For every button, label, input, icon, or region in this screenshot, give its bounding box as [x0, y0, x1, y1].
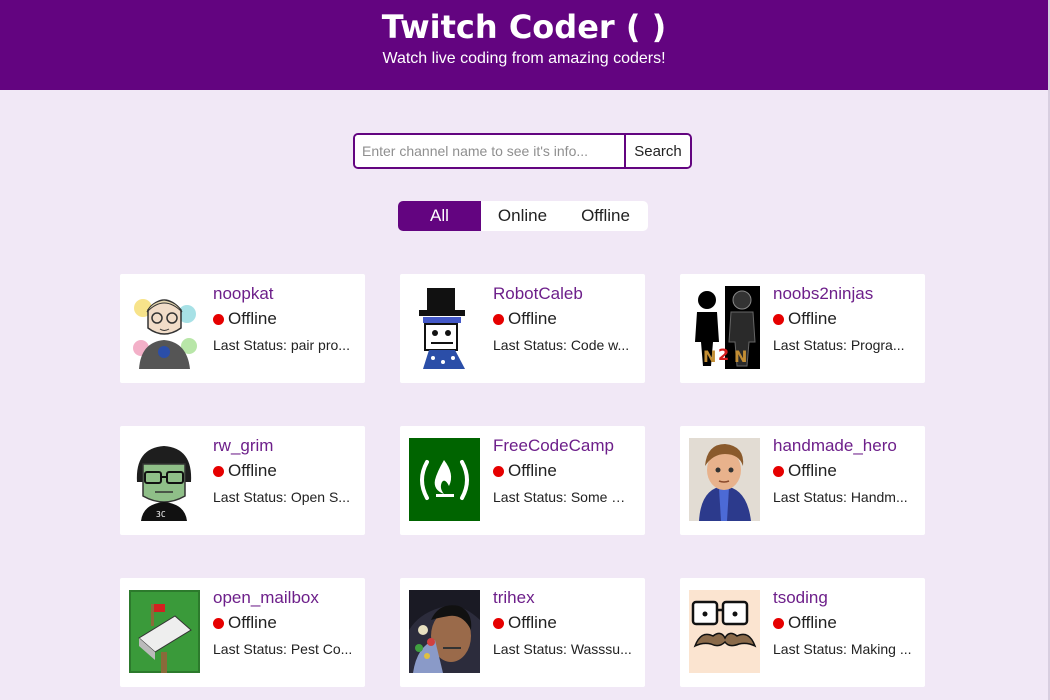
status-filter: All Online Offline	[398, 201, 648, 231]
channel-avatar[interactable]	[409, 590, 480, 673]
filter-offline-tab[interactable]: Offline	[564, 201, 647, 231]
svg-text:2: 2	[718, 345, 729, 364]
channel-card[interactable]: RobotCaleb Offline Last Status: Code w..…	[400, 274, 645, 383]
channel-avatar[interactable]	[689, 438, 760, 521]
offline-dot-icon	[213, 314, 224, 325]
channel-name[interactable]: rw_grim	[213, 436, 273, 456]
channel-avatar[interactable]	[689, 590, 760, 673]
channel-status: Offline	[493, 309, 557, 329]
channel-name[interactable]: FreeCodeCamp	[493, 436, 614, 456]
svg-text:N: N	[703, 347, 716, 366]
channel-status: Offline	[493, 613, 557, 633]
offline-dot-icon	[213, 466, 224, 477]
channel-status: Offline	[493, 461, 557, 481]
channel-last-status: Last Status: Handm...	[773, 489, 908, 505]
channel-avatar[interactable]	[409, 438, 480, 521]
page-subtitle: Watch live coding from amazing coders!	[382, 50, 666, 67]
channel-last-status: Last Status: Some G...	[493, 489, 633, 505]
channel-card[interactable]: trihex Offline Last Status: Wasssu...	[400, 578, 645, 687]
offline-dot-icon	[773, 618, 784, 629]
channel-last-status: Last Status: pair pro...	[213, 337, 350, 353]
offline-dot-icon	[773, 466, 784, 477]
channel-status: Offline	[773, 309, 837, 329]
channel-name[interactable]: handmade_hero	[773, 436, 897, 456]
channel-status: Offline	[213, 461, 277, 481]
channel-name[interactable]: noobs2ninjas	[773, 284, 873, 304]
offline-dot-icon	[493, 618, 504, 629]
channel-card[interactable]: 3C rw_grim Offline Last Status: Open S..…	[120, 426, 365, 535]
channel-name[interactable]: noopkat	[213, 284, 274, 304]
page-header: Twitch Coder ( ) Watch live coding from …	[0, 0, 1048, 90]
search-input[interactable]	[355, 135, 624, 167]
offline-dot-icon	[213, 618, 224, 629]
channel-status: Offline	[213, 309, 277, 329]
channel-last-status: Last Status: Progra...	[773, 337, 905, 353]
search-button[interactable]: Search	[624, 135, 690, 167]
channel-card[interactable]: handmade_hero Offline Last Status: Handm…	[680, 426, 925, 535]
channel-avatar[interactable]	[129, 590, 200, 673]
channel-last-status: Last Status: Pest Co...	[213, 641, 353, 657]
offline-dot-icon	[493, 466, 504, 477]
svg-text:3C: 3C	[156, 510, 166, 519]
channel-avatar[interactable]	[129, 286, 200, 369]
channel-name[interactable]: RobotCaleb	[493, 284, 583, 304]
channel-last-status: Last Status: Wasssu...	[493, 641, 632, 657]
channel-avatar[interactable]: 3C	[129, 438, 200, 521]
channel-name[interactable]: trihex	[493, 588, 535, 608]
channel-card[interactable]: FreeCodeCamp Offline Last Status: Some G…	[400, 426, 645, 535]
filter-online-tab[interactable]: Online	[481, 201, 564, 231]
channel-avatar[interactable]	[409, 286, 480, 369]
channel-card[interactable]: open_mailbox Offline Last Status: Pest C…	[120, 578, 365, 687]
offline-dot-icon	[493, 314, 504, 325]
channel-last-status: Last Status: Code w...	[493, 337, 630, 353]
channel-card[interactable]: N 2 N noobs2ninjas Offline Last Status: …	[680, 274, 925, 383]
search-bar: Search	[353, 133, 692, 169]
page-title: Twitch Coder ( )	[381, 8, 667, 46]
channel-card[interactable]: tsoding Offline Last Status: Making ...	[680, 578, 925, 687]
channel-avatar[interactable]: N 2 N	[689, 286, 760, 369]
channel-status: Offline	[773, 613, 837, 633]
offline-dot-icon	[773, 314, 784, 325]
channel-last-status: Last Status: Open S...	[213, 489, 350, 505]
channel-status: Offline	[213, 613, 277, 633]
filter-all-tab[interactable]: All	[398, 201, 481, 231]
channel-last-status: Last Status: Making ...	[773, 641, 912, 657]
svg-text:N: N	[734, 347, 747, 366]
channel-name[interactable]: open_mailbox	[213, 588, 319, 608]
channel-status: Offline	[773, 461, 837, 481]
channel-card[interactable]: noopkat Offline Last Status: pair pro...	[120, 274, 365, 383]
channel-name[interactable]: tsoding	[773, 588, 828, 608]
